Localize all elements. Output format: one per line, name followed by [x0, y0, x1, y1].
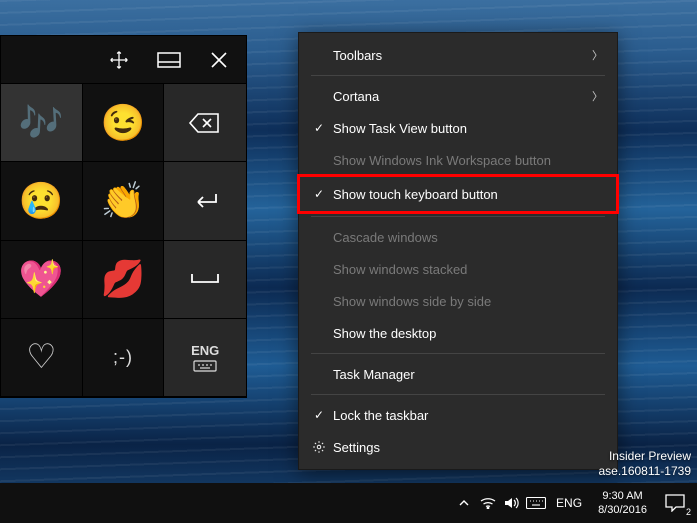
touch-keyboard-topbar	[1, 36, 246, 84]
menu-item-label: Task Manager	[329, 367, 603, 382]
menu-item-label: Show touch keyboard button	[329, 187, 603, 202]
menu-separator	[311, 353, 605, 354]
menu-separator	[311, 394, 605, 395]
emoji-wink[interactable]: 😉	[83, 84, 165, 162]
menu-show-touch-keyboard[interactable]: ✓ Show touch keyboard button	[299, 176, 617, 212]
taskbar-context-menu: Toolbars 〉 Cortana 〉 ✓ Show Task View bu…	[298, 32, 618, 470]
menu-show-taskview[interactable]: ✓ Show Task View button	[299, 112, 617, 144]
menu-item-label: Settings	[329, 440, 603, 455]
check-icon: ✓	[309, 187, 329, 201]
menu-item-label: Show windows stacked	[329, 262, 603, 277]
network-icon[interactable]	[476, 483, 500, 523]
taskbar: ENG 9:30 AM 8/30/2016 2	[0, 483, 697, 523]
emoji-kiss[interactable]: 💋	[83, 241, 165, 319]
gear-icon	[309, 440, 329, 454]
menu-item-label: Toolbars	[329, 48, 592, 63]
language-key-label: ENG	[191, 343, 219, 358]
clock[interactable]: 9:30 AM 8/30/2016	[590, 489, 655, 517]
emoji-outline-heart[interactable]: ♡	[1, 319, 83, 397]
emoji-clap[interactable]: 👏	[83, 162, 165, 240]
tray-overflow-icon[interactable]	[452, 483, 476, 523]
system-tray: ENG 9:30 AM 8/30/2016 2	[452, 483, 695, 523]
space-key[interactable]	[164, 241, 246, 319]
action-center-icon[interactable]: 2	[655, 483, 695, 523]
check-icon: ✓	[309, 408, 329, 422]
menu-show-ink: Show Windows Ink Workspace button	[299, 144, 617, 176]
menu-stacked: Show windows stacked	[299, 253, 617, 285]
menu-item-label: Cascade windows	[329, 230, 603, 245]
language-key[interactable]: ENG	[164, 319, 246, 397]
menu-item-label: Cortana	[329, 89, 592, 104]
emoji-cry[interactable]: 😢	[1, 162, 83, 240]
touch-keyboard-grid: 🎶 😉 😢 👏 💖 💋 ♡ ;-) ENG	[1, 84, 246, 397]
menu-item-label: Show Task View button	[329, 121, 603, 136]
keyboard-dock-icon[interactable]	[152, 43, 186, 77]
emoticon-text-face[interactable]: ;-)	[83, 319, 165, 397]
touch-keyboard-tray-icon[interactable]	[524, 483, 548, 523]
menu-lock-taskbar[interactable]: ✓ Lock the taskbar	[299, 399, 617, 431]
clock-time: 9:30 AM	[598, 489, 647, 503]
clock-date: 8/30/2016	[598, 503, 647, 517]
chevron-right-icon: 〉	[592, 47, 603, 63]
touch-keyboard-panel: 🎶 😉 😢 👏 💖 💋 ♡ ;-) ENG	[0, 35, 247, 398]
menu-cortana[interactable]: Cortana 〉	[299, 80, 617, 112]
check-icon: ✓	[309, 121, 329, 135]
menu-task-manager[interactable]: Task Manager	[299, 358, 617, 390]
menu-show-desktop[interactable]: Show the desktop	[299, 317, 617, 349]
menu-settings[interactable]: Settings	[299, 431, 617, 463]
close-icon[interactable]	[202, 43, 236, 77]
watermark-line2: ase.160811-1739	[598, 464, 691, 479]
emoji-heart[interactable]: 💖	[1, 241, 83, 319]
menu-toolbars[interactable]: Toolbars 〉	[299, 39, 617, 71]
menu-cascade: Cascade windows	[299, 221, 617, 253]
menu-item-label: Lock the taskbar	[329, 408, 603, 423]
watermark-line1: Insider Preview	[598, 449, 691, 464]
emoji-music[interactable]: 🎶	[1, 84, 83, 162]
keyboard-move-icon[interactable]	[102, 43, 136, 77]
menu-item-label: Show the desktop	[329, 326, 603, 341]
volume-icon[interactable]	[500, 483, 524, 523]
language-indicator[interactable]: ENG	[548, 496, 590, 510]
menu-separator	[311, 75, 605, 76]
menu-separator	[311, 216, 605, 217]
menu-item-label: Show Windows Ink Workspace button	[329, 153, 603, 168]
windows-watermark: Insider Preview ase.160811-1739	[598, 449, 691, 479]
notification-badge: 2	[686, 507, 691, 517]
chevron-right-icon: 〉	[592, 88, 603, 104]
menu-item-label: Show windows side by side	[329, 294, 603, 309]
enter-key[interactable]	[164, 162, 246, 240]
backspace-key[interactable]	[164, 84, 246, 162]
menu-sidebyside: Show windows side by side	[299, 285, 617, 317]
